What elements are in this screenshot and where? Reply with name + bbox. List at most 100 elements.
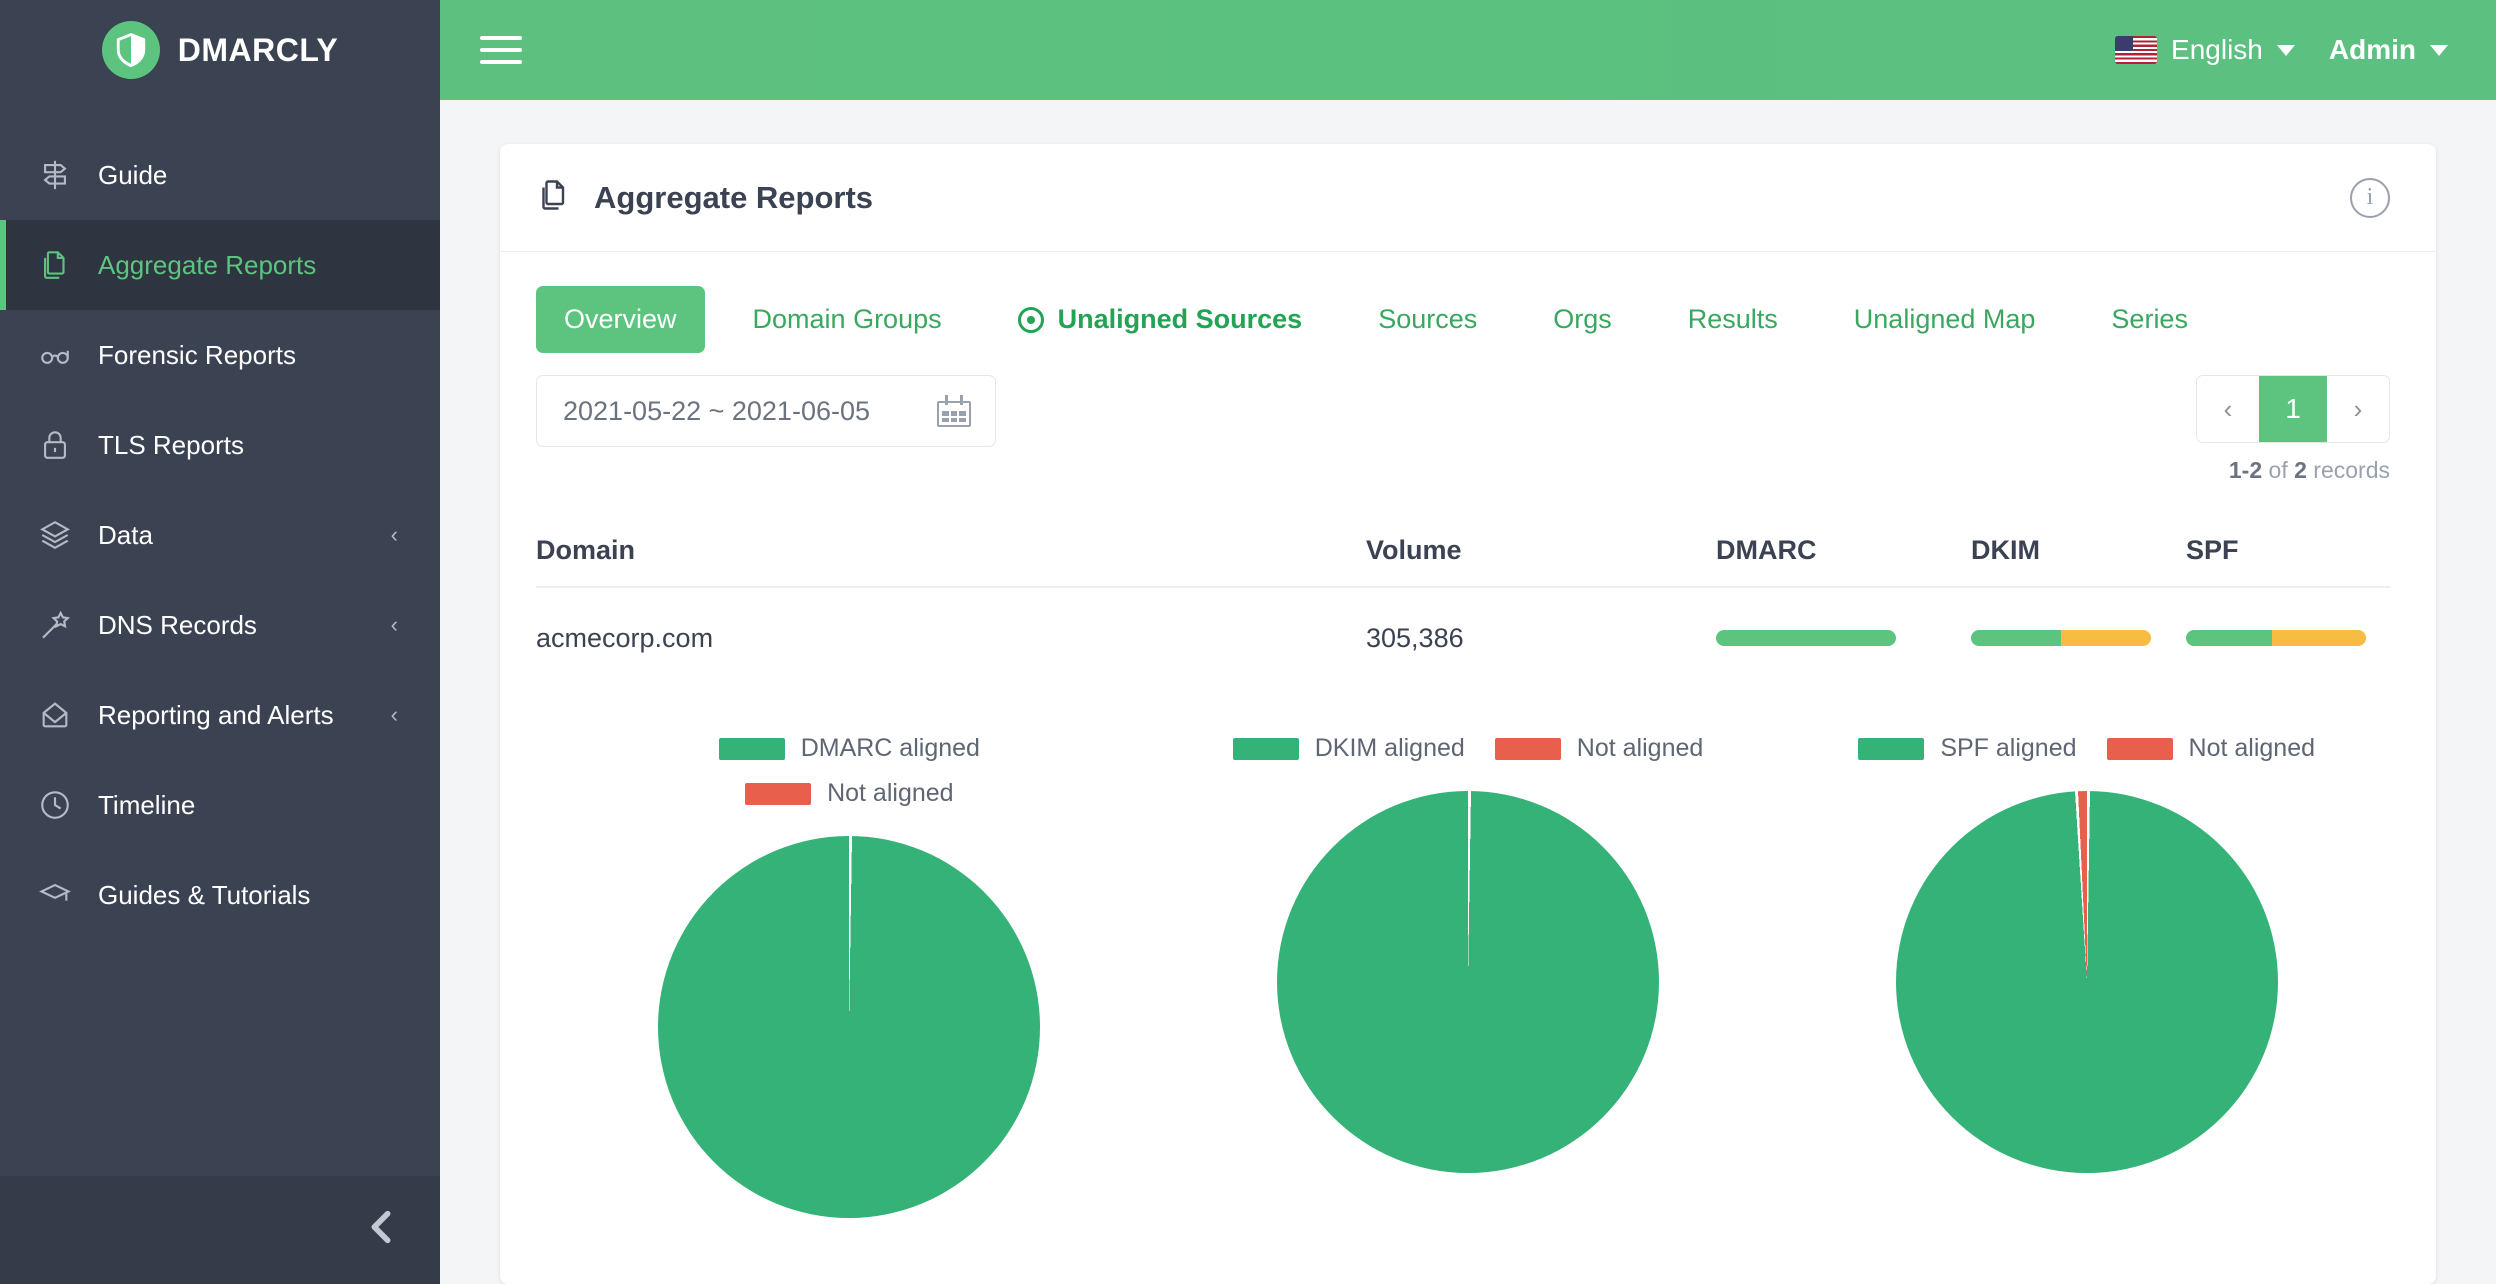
sidebar-item-label: Guide bbox=[98, 159, 168, 190]
glasses-icon bbox=[38, 338, 84, 372]
main-area: English Admin Aggregate Reports i Overvi… bbox=[440, 0, 2496, 1284]
tab-unaligned-map[interactable]: Unaligned Map bbox=[1826, 286, 2064, 353]
legend-item[interactable]: Not aligned bbox=[2106, 734, 2316, 763]
sidebar: DMARCLY Guide Aggregate Reports Forensic… bbox=[0, 0, 440, 1284]
dkim-pie-chart[interactable] bbox=[1277, 791, 1659, 1173]
tab-label: Sources bbox=[1378, 304, 1478, 334]
page-title: Aggregate Reports bbox=[536, 177, 873, 218]
spf-chart-legend: SPF aligned Not aligned bbox=[1858, 734, 2315, 779]
column-header-volume[interactable]: Volume bbox=[1366, 535, 1716, 566]
records-range: 1-2 bbox=[2228, 457, 2263, 483]
graduation-cap-icon bbox=[38, 878, 84, 912]
dkim-chart: DKIM aligned Not aligned bbox=[1159, 734, 1778, 1284]
sidebar-item-label: Forensic Reports bbox=[98, 339, 296, 370]
topbar: English Admin bbox=[440, 0, 2496, 100]
sidebar-item-guides-and-tutorials[interactable]: Guides & Tutorials bbox=[0, 850, 440, 940]
sidebar-item-forensic-reports[interactable]: Forensic Reports bbox=[0, 310, 440, 400]
records-suffix: records bbox=[2313, 457, 2390, 483]
cell-volume: 305,386 bbox=[1366, 622, 1464, 653]
sidebar-item-timeline[interactable]: Timeline bbox=[0, 760, 440, 850]
pagination-area: ‹ 1 › 1-2 of 2 records bbox=[2196, 375, 2390, 484]
brand-name: DMARCLY bbox=[177, 31, 339, 68]
sidebar-nav: Guide Aggregate Reports Forensic Reports… bbox=[0, 130, 440, 1176]
table-row[interactable]: acmecorp.com 305,386 bbox=[536, 588, 2390, 688]
language-selector[interactable]: English bbox=[2115, 34, 2295, 66]
tab-results[interactable]: Results bbox=[1660, 286, 1806, 353]
legend-item[interactable]: DKIM aligned bbox=[1232, 734, 1465, 763]
sidebar-item-data[interactable]: Data ‹ bbox=[0, 490, 440, 580]
hamburger-icon[interactable] bbox=[480, 36, 522, 64]
sidebar-item-label: Data bbox=[98, 519, 153, 550]
tab-label: Unaligned Sources bbox=[1057, 304, 1303, 334]
prev-page-button[interactable]: ‹ bbox=[2197, 376, 2259, 442]
user-label: Admin bbox=[2328, 34, 2416, 65]
language-label: English bbox=[2171, 34, 2263, 65]
shield-icon bbox=[101, 21, 160, 79]
chevron-left-icon: ‹ bbox=[390, 702, 398, 727]
tab-orgs[interactable]: Orgs bbox=[1525, 286, 1640, 353]
info-icon[interactable]: i bbox=[2350, 177, 2390, 218]
tab-domain-groups[interactable]: Domain Groups bbox=[725, 286, 970, 353]
dmarc-chart-legend: DMARC aligned Not aligned bbox=[684, 734, 1014, 824]
next-page-button[interactable]: › bbox=[2327, 376, 2389, 442]
date-range-picker[interactable]: 2021-05-22 ~ 2021-06-05 bbox=[536, 375, 996, 447]
toolbar: 2021-05-22 ~ 2021-06-05 ‹ 1 › 1-2 of 2 r… bbox=[500, 353, 2436, 484]
legend-swatch-not-aligned bbox=[745, 782, 812, 805]
spf-pie-chart[interactable] bbox=[1895, 791, 2278, 1173]
column-header-dmarc[interactable]: DMARC bbox=[1716, 535, 1971, 566]
user-menu[interactable]: Admin bbox=[2329, 34, 2448, 66]
clock-icon bbox=[38, 788, 84, 822]
tab-series[interactable]: Series bbox=[2083, 286, 2216, 353]
us-flag-icon bbox=[2115, 36, 2158, 64]
layers-icon bbox=[38, 518, 84, 552]
sidebar-item-reporting-and-alerts[interactable]: Reporting and Alerts ‹ bbox=[0, 670, 440, 760]
tab-unaligned-sources[interactable]: Unaligned Sources bbox=[990, 286, 1331, 353]
lock-icon bbox=[38, 428, 84, 462]
legend-label: Not aligned bbox=[2188, 734, 2316, 762]
chevron-left-icon: ‹ bbox=[390, 612, 398, 637]
legend-label: SPF aligned bbox=[1940, 734, 2077, 762]
legend-item[interactable]: DMARC aligned bbox=[718, 734, 980, 763]
tab-overview[interactable]: Overview bbox=[536, 286, 705, 353]
caret-down-icon bbox=[2430, 44, 2448, 56]
target-icon bbox=[1017, 306, 1044, 333]
sidebar-item-label: DNS Records bbox=[98, 609, 257, 640]
legend-item[interactable]: SPF aligned bbox=[1858, 734, 2077, 763]
tab-bar: Overview Domain Groups Unaligned Sources… bbox=[500, 252, 2436, 353]
dkim-progress-bar bbox=[1971, 630, 2151, 646]
legend-label: Not aligned bbox=[1576, 734, 1704, 762]
sidebar-item-label: Guides & Tutorials bbox=[98, 879, 311, 910]
tab-label: Orgs bbox=[1553, 304, 1612, 334]
date-range-value: 2021-05-22 ~ 2021-06-05 bbox=[563, 395, 870, 426]
legend-swatch-not-aligned bbox=[1494, 737, 1561, 760]
sidebar-item-guide[interactable]: Guide bbox=[0, 130, 440, 220]
sidebar-footer bbox=[0, 1176, 440, 1284]
page-number-1[interactable]: 1 bbox=[2259, 376, 2327, 442]
calendar-icon bbox=[937, 395, 971, 427]
legend-swatch-aligned bbox=[1232, 737, 1299, 760]
tab-sources[interactable]: Sources bbox=[1350, 286, 1505, 353]
dkim-chart-legend: DKIM aligned Not aligned bbox=[1232, 734, 1704, 779]
column-header-dkim[interactable]: DKIM bbox=[1971, 535, 2186, 566]
legend-item[interactable]: Not aligned bbox=[745, 779, 954, 808]
sidebar-item-dns-records[interactable]: DNS Records ‹ bbox=[0, 580, 440, 670]
brand-logo[interactable]: DMARCLY bbox=[0, 0, 440, 100]
aggregate-reports-card: Aggregate Reports i Overview Domain Grou… bbox=[500, 144, 2436, 1284]
chevron-left-icon: ‹ bbox=[390, 522, 398, 547]
sidebar-item-aggregate-reports[interactable]: Aggregate Reports bbox=[0, 220, 440, 310]
legend-item[interactable]: Not aligned bbox=[1494, 734, 1704, 763]
tab-label: Overview bbox=[564, 304, 677, 334]
open-envelope-icon bbox=[38, 698, 84, 732]
sidebar-item-tls-reports[interactable]: TLS Reports bbox=[0, 400, 440, 490]
records-of: of bbox=[2268, 457, 2288, 483]
collapse-sidebar-button[interactable] bbox=[364, 1207, 398, 1254]
content-area: Aggregate Reports i Overview Domain Grou… bbox=[440, 100, 2496, 1284]
documents-icon bbox=[38, 248, 84, 282]
pagination: ‹ 1 › bbox=[2196, 375, 2390, 443]
legend-swatch-aligned bbox=[718, 737, 785, 760]
column-header-domain[interactable]: Domain bbox=[536, 535, 1366, 566]
sidebar-item-label: TLS Reports bbox=[98, 429, 244, 460]
dmarc-pie-chart[interactable] bbox=[658, 836, 1041, 1218]
column-header-spf[interactable]: SPF bbox=[2186, 535, 2390, 566]
topbar-right: English Admin bbox=[2115, 34, 2468, 66]
